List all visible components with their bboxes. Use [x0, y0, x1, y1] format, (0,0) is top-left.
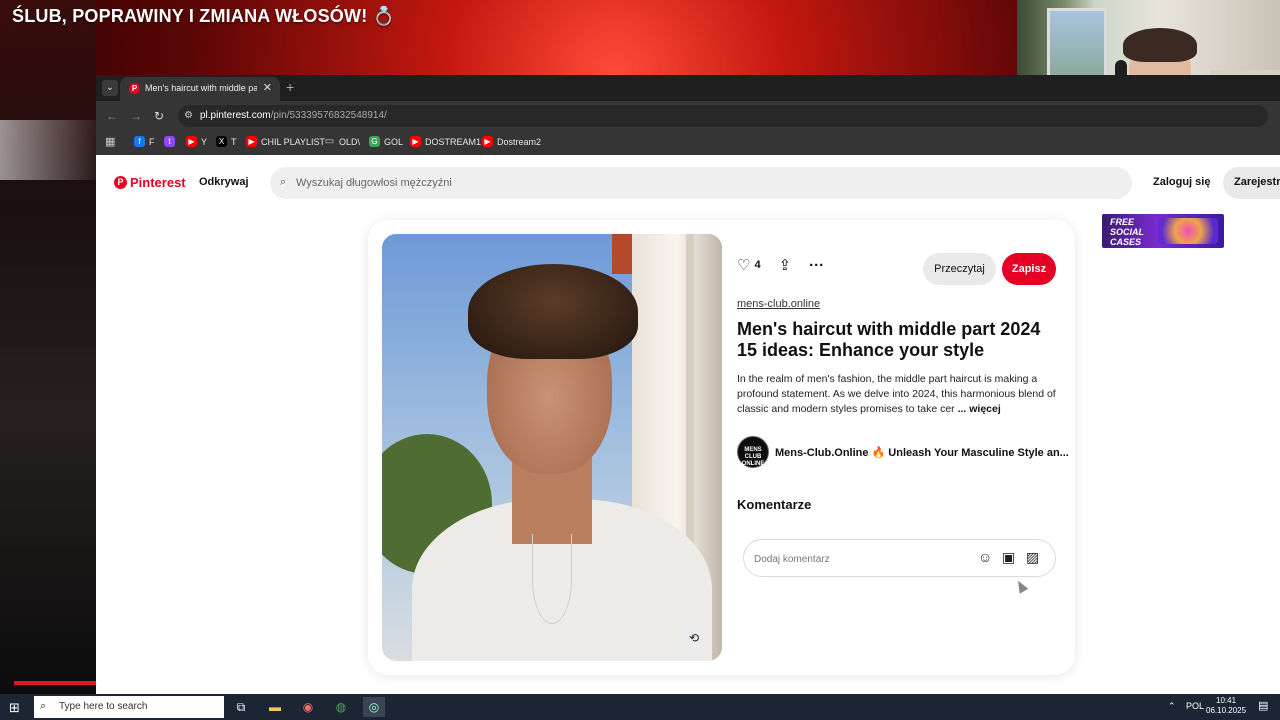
photo-necklace [532, 534, 572, 624]
twitch-icon: t [164, 136, 175, 147]
taskbar-search[interactable]: ⌕ Type here to search [34, 696, 224, 718]
url-path: /pin/53339576832548914/ [270, 110, 387, 121]
browser-app-icon[interactable]: ◉ [297, 697, 319, 717]
pin-description: In the realm of men's fashion, the middl… [737, 372, 1062, 417]
read-button[interactable]: Przeczytaj [923, 253, 996, 285]
logo-text: Pinterest [130, 175, 186, 190]
heart-icon[interactable]: ♡ [737, 256, 750, 274]
obs-icon[interactable]: ◎ [363, 697, 385, 717]
tab-pinterest[interactable]: P Men's haircut with middle part ✕ [120, 77, 280, 101]
bookmark-item[interactable]: fF [134, 136, 155, 147]
bookmark-item[interactable]: t [164, 136, 179, 147]
image-icon[interactable]: ▨ [1026, 549, 1039, 566]
ad-artwork [1158, 218, 1218, 244]
ad-text: FREE SOCIAL CASES [1110, 217, 1145, 247]
sticker-icon[interactable]: ▣ [1002, 549, 1015, 566]
creator-profile[interactable]: MENS CLUB ONLINE Mens-Club.Online 🔥 Unle… [737, 436, 1069, 468]
comments-heading: Komentarze [737, 497, 812, 512]
windows-start-icon[interactable]: ⊞ [9, 700, 20, 716]
tab-search-button[interactable]: ⌄ [102, 80, 118, 96]
file-explorer-icon[interactable]: ▬ [264, 697, 286, 717]
url-field[interactable]: ⚙ pl.pinterest.com/pin/53339576832548914… [178, 105, 1268, 127]
facebook-icon: f [134, 136, 145, 147]
stream-light [0, 120, 96, 180]
creator-name[interactable]: Mens-Club.Online 🔥 Unleash Your Masculin… [775, 446, 1069, 459]
source-link[interactable]: mens-club.online [737, 298, 820, 310]
url-text: pl.pinterest.com/pin/53339576832548914/ [200, 110, 387, 121]
emoji-icon[interactable]: ☺ [978, 549, 992, 565]
pinterest-logo-icon: P [114, 176, 127, 189]
streamer-hair [1123, 28, 1197, 62]
bookmarks-bar: ▦ fF t ▶ Y XT ▶ CHIL PLAYLIST ▭ OLD\ G GOL ▶… [96, 131, 1280, 155]
pinterest-favicon-icon: P [129, 83, 140, 94]
comment-input[interactable] [754, 551, 954, 567]
taskbar-search-text: Type here to search [59, 701, 148, 712]
avatar[interactable]: MENS CLUB ONLINE [737, 436, 769, 468]
search-icon: ⌕ [40, 700, 47, 712]
youtube-icon: ▶ [246, 136, 257, 147]
bookmark-item[interactable]: ▭ OLD\ [324, 136, 360, 147]
pin-actions: ♡ 4 ⇪ ··· [737, 256, 824, 275]
clock[interactable]: 10:41 06.10.2025 [1206, 696, 1246, 716]
folder-icon: ▭ [324, 136, 335, 147]
pin-title: Men's haircut with middle part 2024 15 i… [737, 319, 1041, 360]
tray-chevron-icon[interactable]: ⌃ [1168, 701, 1176, 712]
pinterest-page: P Pinterest Odkrywaj ⌕ Zaloguj się Zarej… [96, 155, 1280, 694]
comment-box[interactable]: ☺ ▣ ▨ [743, 539, 1056, 577]
bookmark-item[interactable]: ▶ CHIL PLAYLIST [246, 136, 325, 147]
apps-grid-icon[interactable]: ▦ [105, 135, 115, 148]
pinterest-logo[interactable]: P Pinterest [114, 175, 186, 190]
youtube-icon: ▶ [482, 136, 493, 147]
gol-icon: G [369, 136, 380, 147]
stream-progress-bar [14, 681, 96, 685]
more-link[interactable]: ... więcej [958, 403, 1001, 415]
x-icon: X [216, 136, 227, 147]
bookmark-item[interactable]: G GOL [369, 136, 403, 147]
description-text: In the realm of men's fashion, the middl… [737, 373, 1056, 415]
language-indicator[interactable]: POL [1186, 701, 1204, 711]
save-button[interactable]: Zapisz [1002, 253, 1056, 285]
taskbar: ⊞ ⌕ Type here to search ⧉ ▬ ◉ ◍ ◎ ⌃ POL … [0, 694, 1280, 720]
address-bar: ← → ↻ ⚙ pl.pinterest.com/pin/53339576832… [96, 101, 1280, 131]
clock-time: 10:41 [1216, 696, 1237, 705]
pinterest-header: P Pinterest Odkrywaj ⌕ Zaloguj się Zarej… [96, 155, 1280, 211]
clock-date: 06.10.2025 [1206, 706, 1247, 715]
bookmark-item[interactable]: XT [216, 136, 237, 147]
task-view-icon[interactable]: ⧉ [230, 697, 252, 717]
photo-hair [468, 264, 638, 359]
search-icon: ⌕ [280, 176, 287, 188]
new-tab-button[interactable]: + [286, 79, 294, 95]
browser-window: ⌄ P Men's haircut with middle part ✕ + ←… [96, 75, 1280, 694]
search-input[interactable] [296, 175, 1096, 191]
login-button[interactable]: Zaloguj się [1153, 176, 1210, 188]
register-button[interactable]: Zarejestruj się [1223, 167, 1280, 199]
stream-title: ŚLUB, POPRAWINY I ZMIANA WŁOSÓW! 💍 [12, 6, 396, 26]
site-settings-icon[interactable]: ⚙ [184, 110, 193, 121]
forward-arrow-icon[interactable]: → [130, 109, 142, 123]
pin-card: ⟲ ♡ 4 ⇪ ··· Przeczytaj Zapisz mens-club.… [368, 220, 1075, 675]
like-count: 4 [754, 259, 761, 271]
back-arrow-icon[interactable]: ← [106, 109, 118, 123]
share-icon[interactable]: ⇪ [779, 256, 792, 274]
bookmark-item[interactable]: ▶ Y [186, 136, 207, 147]
pin-image[interactable]: ⟲ [382, 234, 722, 661]
reload-icon[interactable]: ↻ [154, 109, 164, 123]
youtube-icon: ▶ [410, 136, 421, 147]
close-icon[interactable]: ✕ [263, 81, 272, 94]
notification-icon[interactable]: ▤ [1258, 699, 1268, 712]
tab-title: Men's haircut with middle part [145, 83, 257, 93]
url-host: pl.pinterest.com [200, 110, 271, 121]
youtube-icon: ▶ [186, 136, 197, 147]
bookmark-item[interactable]: ▶ DOSTREAM1 [410, 136, 481, 147]
ad-banner[interactable]: FREE SOCIAL CASES [1102, 214, 1224, 248]
search-bar[interactable]: ⌕ [270, 167, 1132, 199]
explore-link[interactable]: Odkrywaj [199, 176, 249, 188]
visual-search-icon[interactable]: ⟲ [679, 623, 709, 653]
more-options-icon[interactable]: ··· [809, 257, 824, 274]
stream-left-panel [0, 0, 96, 694]
tab-bar: ⌄ P Men's haircut with middle part ✕ + [96, 75, 1280, 101]
chrome-icon[interactable]: ◍ [330, 697, 352, 717]
bookmark-item[interactable]: ▶ Dostream2 [482, 136, 541, 147]
